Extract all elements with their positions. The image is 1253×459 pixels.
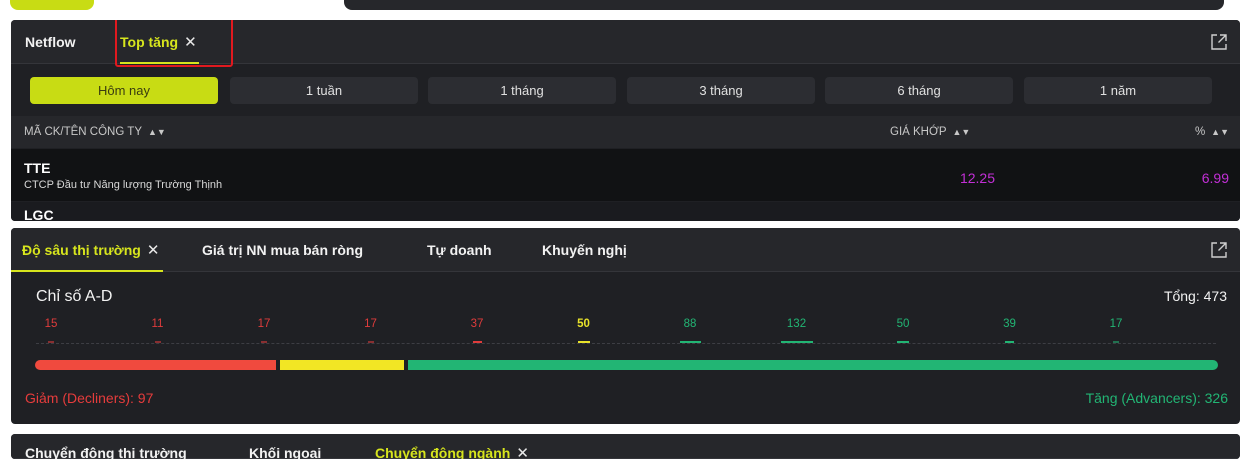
period-selector: Hôm nay 1 tuần 1 tháng 3 tháng 6 tháng 1… bbox=[30, 77, 1216, 104]
bucket-count: 88 bbox=[683, 318, 697, 330]
external-link-icon[interactable] bbox=[1210, 241, 1228, 259]
tab-label: Chuyển động ngành bbox=[375, 445, 511, 459]
sort-icon[interactable]: ▲▼ bbox=[148, 127, 166, 137]
tab-recommendations[interactable]: Khuyến nghị bbox=[542, 228, 627, 272]
bucket-count: 17 bbox=[257, 318, 271, 330]
tab-label: Netflow bbox=[25, 34, 76, 50]
close-icon[interactable]: ✕ bbox=[516, 444, 529, 459]
period-1w-button[interactable]: 1 tuần bbox=[230, 77, 418, 104]
column-label: % bbox=[1194, 126, 1206, 138]
baseline-divider bbox=[36, 343, 1216, 344]
decliners-bar bbox=[35, 360, 276, 370]
bucket-count: 132 bbox=[786, 318, 807, 330]
tab-label: Khối ngoại bbox=[249, 445, 322, 459]
period-3m-button[interactable]: 3 tháng bbox=[627, 77, 815, 104]
period-1y-button[interactable]: 1 năm bbox=[1024, 77, 1212, 104]
column-header-price[interactable]: GIÁ KHỚP ▲▼ bbox=[890, 116, 970, 148]
tab-netflow[interactable]: Netflow bbox=[25, 20, 76, 64]
external-link-icon[interactable] bbox=[1210, 33, 1228, 51]
tab-proprietary[interactable]: Tự doanh bbox=[427, 228, 492, 272]
advancers-label: Tăng (Advancers): 326 bbox=[1085, 390, 1228, 406]
panel3-tabbar: Chuyển động thị trường Khối ngoại Chuyển… bbox=[11, 434, 1240, 459]
company-name: CTCP Đầu tư Năng lượng Trường Thịnh bbox=[24, 179, 223, 191]
bucket-count: 17 bbox=[1109, 318, 1123, 330]
stock-symbol: LGC bbox=[24, 207, 54, 221]
column-label: MÃ CK/TÊN CÔNG TY bbox=[24, 126, 142, 138]
tab-market-movement[interactable]: Chuyển động thị trường bbox=[25, 443, 187, 459]
column-header-symbol[interactable]: MÃ CK/TÊN CÔNG TY ▲▼ bbox=[24, 116, 166, 148]
bucket-count: 50 bbox=[577, 318, 590, 330]
annotation-highlight-box bbox=[115, 20, 233, 67]
tab-label: Khuyến nghị bbox=[542, 242, 627, 258]
tab-market-depth[interactable]: Độ sâu thị trường ✕ bbox=[11, 228, 164, 273]
stock-symbol: TTE bbox=[24, 160, 51, 176]
tab-label: Độ sâu thị trường bbox=[22, 242, 141, 258]
top-tab-bar bbox=[344, 0, 1224, 10]
tab-label: Giá trị NN mua bán ròng bbox=[202, 242, 364, 258]
percent-change: 6.99 bbox=[1201, 170, 1229, 186]
sort-icon[interactable]: ▲▼ bbox=[1211, 127, 1229, 137]
market-depth-panel: Độ sâu thị trường ✕ Giá trị NN mua bán rò… bbox=[11, 228, 1240, 424]
bucket-count: 15 bbox=[44, 318, 58, 330]
top-gainers-panel: Netflow Top tăng ✕ Hôm nay 1 tuần 1 tháng… bbox=[11, 20, 1240, 221]
bucket-count: 50 bbox=[896, 318, 910, 330]
unchanged-bar bbox=[280, 360, 404, 370]
top-active-button[interactable] bbox=[10, 0, 94, 10]
tab-label: Chuyển động thị trường bbox=[25, 445, 187, 459]
panel1-tabbar: Netflow Top tăng ✕ bbox=[11, 20, 1240, 67]
tab-sector-movement[interactable]: Chuyển động ngành ✕ bbox=[375, 443, 529, 459]
active-tab-underline bbox=[11, 270, 164, 272]
ad-total: Tổng: 473 bbox=[1163, 288, 1227, 304]
table-row[interactable]: LGC bbox=[11, 202, 1240, 221]
advancers-bar bbox=[408, 360, 1218, 370]
tab-foreign-net-value[interactable]: Giá trị NN mua bán ròng bbox=[202, 228, 363, 272]
table-row[interactable]: TTE CTCP Đầu tư Năng lượng Trường Thịnh … bbox=[11, 149, 1240, 201]
bucket-count: 17 bbox=[364, 318, 377, 330]
table-header: MÃ CK/TÊN CÔNG TY ▲▼ GIÁ KHỚP ▲▼ % ▲▼ bbox=[11, 116, 1240, 148]
period-6m-button[interactable]: 6 tháng bbox=[825, 77, 1013, 104]
bucket-count: 37 bbox=[470, 318, 484, 330]
period-today-button[interactable]: Hôm nay bbox=[30, 77, 218, 104]
bucket-count: 11 bbox=[151, 318, 164, 330]
market-movement-panel: Chuyển động thị trường Khối ngoại Chuyển… bbox=[11, 434, 1240, 459]
decliners-label: Giảm (Decliners): 97 bbox=[25, 390, 154, 406]
tab-foreign-block[interactable]: Khối ngoại bbox=[249, 443, 321, 459]
column-header-percent[interactable]: % ▲▼ bbox=[1195, 116, 1229, 148]
bucket-count: 39 bbox=[1003, 318, 1016, 330]
column-label: GIÁ KHỚP bbox=[890, 126, 947, 138]
tab-label: Tự doanh bbox=[427, 242, 492, 258]
period-1m-button[interactable]: 1 tháng bbox=[428, 77, 616, 104]
top-strip bbox=[0, 0, 1253, 14]
ad-index-title: Chỉ số A-D bbox=[36, 288, 113, 305]
sort-icon[interactable]: ▲▼ bbox=[953, 127, 971, 137]
match-price: 12.25 bbox=[959, 170, 995, 186]
close-icon[interactable]: ✕ bbox=[147, 229, 160, 273]
panel2-tabbar: Độ sâu thị trường ✕ Giá trị NN mua bán rò… bbox=[11, 228, 1240, 272]
